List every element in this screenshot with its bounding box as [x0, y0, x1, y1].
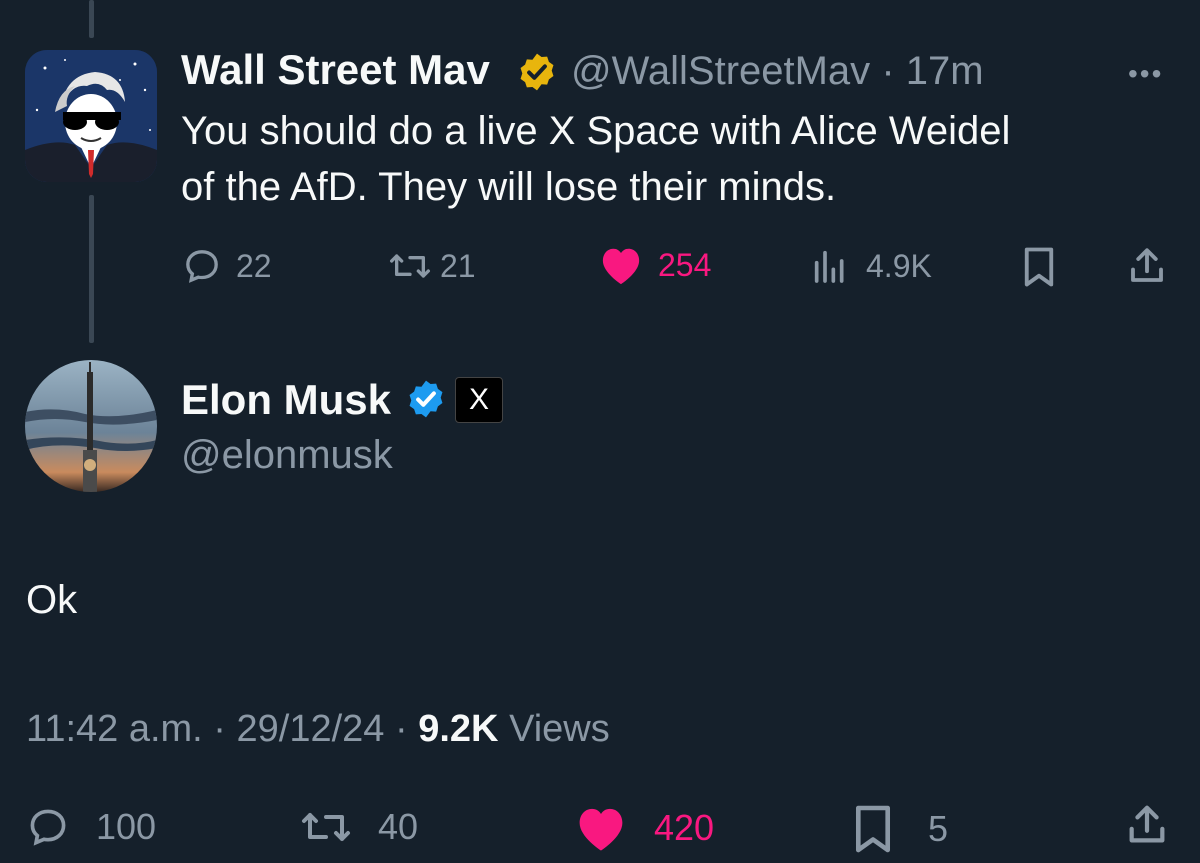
- verified-gold-badge-icon: [516, 51, 558, 98]
- reply-count: 100: [96, 806, 157, 847]
- views-label: Views: [509, 708, 610, 750]
- x-affiliation-badge[interactable]: X: [455, 377, 503, 423]
- tweet-text: Ok: [26, 578, 78, 622]
- bookmark-count: 5: [928, 808, 949, 849]
- reply-icon: [30, 809, 66, 846]
- like-button[interactable]: 254: [598, 244, 711, 286]
- avatar[interactable]: [25, 50, 157, 182]
- tweet-text: You should do a live X Space with Alice …: [181, 103, 1010, 215]
- share-button[interactable]: [1126, 244, 1168, 288]
- timestamp[interactable]: 17m: [906, 49, 984, 93]
- heart-filled-icon: [602, 248, 640, 285]
- views-button[interactable]: 4.9K: [810, 246, 932, 286]
- repost-count: 40: [378, 806, 419, 847]
- bookmark-button[interactable]: [1020, 246, 1058, 288]
- separator: ·: [395, 708, 408, 750]
- heart-filled-icon: [579, 808, 623, 851]
- tweet-meta: 11:42 a.m. · 29/12/24 · 9.2K Views: [26, 708, 610, 751]
- more-options-icon[interactable]: •••: [1128, 58, 1163, 90]
- bookmark-icon: [855, 805, 891, 853]
- repost-count: 21: [440, 247, 476, 284]
- reply-button[interactable]: 100: [26, 805, 156, 849]
- like-count: 254: [658, 246, 712, 283]
- views-count: 4.9K: [866, 247, 932, 284]
- share-button[interactable]: [1124, 800, 1170, 850]
- repost-button[interactable]: 21: [388, 246, 476, 286]
- bookmark-button[interactable]: 5: [852, 803, 948, 855]
- bookmark-icon: [1024, 247, 1054, 287]
- tweet-text-line: of the AfD. They will lose their minds.: [181, 165, 837, 209]
- like-count: 420: [654, 807, 715, 848]
- avatar[interactable]: [25, 360, 157, 492]
- repost-button[interactable]: 40: [298, 805, 418, 849]
- verified-blue-badge-icon: [405, 378, 447, 425]
- share-icon: [1131, 248, 1163, 282]
- thread-line: [89, 195, 94, 343]
- analytics-icon: [814, 250, 844, 283]
- reply-icon: [186, 250, 218, 283]
- thread-line-top: [89, 0, 94, 38]
- reply-count: 22: [236, 247, 272, 284]
- separator: ·: [213, 708, 226, 750]
- tweet-time[interactable]: 11:42 a.m.: [26, 708, 203, 750]
- author-handle[interactable]: @WallStreetMav · 17m: [571, 49, 984, 94]
- separator: ·: [881, 49, 895, 93]
- author-name[interactable]: Elon Musk: [181, 376, 391, 424]
- repost-icon: [389, 254, 430, 278]
- tweet-date[interactable]: 29/12/24: [237, 708, 385, 750]
- author-handle[interactable]: @elonmusk: [181, 433, 393, 478]
- share-icon: [1129, 805, 1165, 843]
- tweet-text-line: You should do a live X Space with Alice …: [181, 109, 1011, 153]
- reply-button[interactable]: 22: [182, 246, 272, 286]
- like-button[interactable]: 420: [574, 803, 714, 853]
- repost-icon: [302, 813, 350, 841]
- author-name[interactable]: Wall Street Mav: [181, 46, 490, 94]
- views-count: 9.2K: [418, 708, 499, 750]
